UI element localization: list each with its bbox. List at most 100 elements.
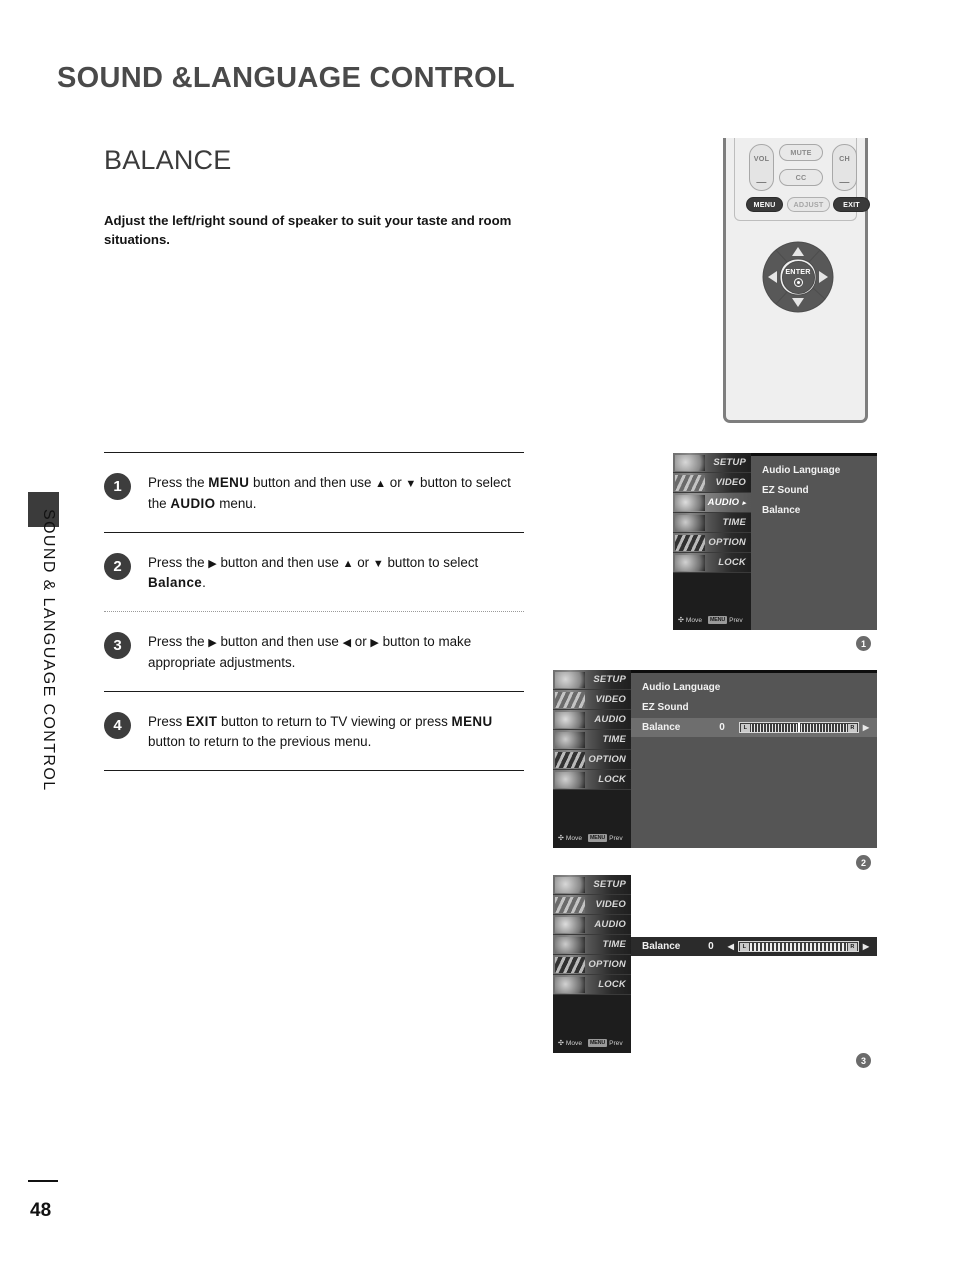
osd-sidebar-item-video[interactable]: VIDEO xyxy=(553,690,631,710)
osd-sidebar-label: AUDIO xyxy=(594,919,626,930)
osd-sidebar-item-time[interactable]: TIME xyxy=(553,730,631,750)
osd-sidebar-item-option[interactable]: OPTION xyxy=(553,750,631,770)
osd-sidebar-item-audio[interactable]: AUDIO xyxy=(553,915,631,935)
osd-sidebar-label: VIDEO xyxy=(595,899,626,910)
ch-minus-label: — xyxy=(839,176,850,188)
osd-sidebar-item-setup[interactable]: SETUP xyxy=(553,670,631,690)
exit-button[interactable]: EXIT xyxy=(833,197,870,212)
slider-right-arrow-icon[interactable]: ▶ xyxy=(863,723,869,732)
row-label: Balance xyxy=(762,505,801,516)
osd-sidebar-label: TIME xyxy=(602,734,626,745)
video-icon xyxy=(555,692,585,708)
osd-sidebar-item-time[interactable]: TIME xyxy=(673,513,751,533)
osd-sidebar-item-setup[interactable]: SETUP xyxy=(553,875,631,895)
intro-paragraph: Adjust the left/right sound of speaker t… xyxy=(104,213,512,248)
step-3: 3 Press the ▶ button and then use ◀ or ▶… xyxy=(104,612,524,691)
section-title: BALANCE xyxy=(104,145,232,175)
osd-sidebar-item-option[interactable]: OPTION xyxy=(673,533,751,553)
cc-button[interactable]: CC xyxy=(779,169,823,186)
move-hint: ✣ Move xyxy=(558,834,582,843)
step-text: Press the ▶ button and then use ◀ or ▶ b… xyxy=(148,634,472,670)
ch-button[interactable]: CH — xyxy=(832,144,857,191)
steps-list: 1 Press the MENU button and then use ▲ o… xyxy=(104,452,524,772)
osd-sidebar-item-setup[interactable]: SETUP xyxy=(673,453,751,473)
osd-row-audio-language[interactable]: Audio Language xyxy=(751,461,877,480)
osd-row-balance[interactable]: Balance 0 ◀ L R ▶ xyxy=(631,937,877,956)
step-2: 2 Press the ▶ button and then use ▲ or ▼… xyxy=(104,533,524,612)
move-label: Move xyxy=(565,834,582,842)
mute-button[interactable]: MUTE xyxy=(779,144,823,161)
osd-sidebar-item-audio[interactable]: AUDIO ▸ xyxy=(673,493,751,513)
move-label: Move xyxy=(685,616,702,624)
osd-sidebar-label: TIME xyxy=(722,517,746,528)
step-text: Press the MENU button and then use ▲ or … xyxy=(148,475,511,511)
row-label: EZ Sound xyxy=(762,485,809,496)
balance-slider[interactable]: L R ▶ xyxy=(738,722,869,733)
osd-screenshot-2: SETUP VIDEO AUDIO TIME OPTION LOCK ✣ Mov… xyxy=(553,670,877,848)
osd-sidebar-label: VIDEO xyxy=(595,694,626,705)
osd-screenshot-3: SETUP VIDEO AUDIO TIME OPTION LOCK ✣ Mov… xyxy=(553,875,877,1053)
osd-row-balance[interactable]: Balance 0 L R ▶ xyxy=(631,718,877,737)
slider-right-arrow-icon[interactable]: ▶ xyxy=(863,942,869,951)
side-tab-label: SOUND & LANGUAGE CONTROL xyxy=(40,509,57,792)
osd-row-audio-language[interactable]: Audio Language xyxy=(631,678,877,697)
prev-label: Prev xyxy=(609,834,623,842)
balance-slider-track[interactable]: L R xyxy=(738,722,859,733)
osd-sidebar-item-video[interactable]: VIDEO xyxy=(553,895,631,915)
prev-hint: MENU Prev xyxy=(588,834,623,842)
page-number: 48 xyxy=(30,1200,52,1221)
balance-slider[interactable]: ◀ L R ▶ xyxy=(728,941,869,952)
setup-icon xyxy=(555,877,585,893)
osd-sidebar-label: OPTION xyxy=(588,959,626,970)
osd-sidebar-item-option[interactable]: OPTION xyxy=(553,955,631,975)
audio-icon xyxy=(555,712,585,728)
step-marker-3: 3 xyxy=(856,1053,871,1068)
move-hint: ✣ Move xyxy=(678,616,702,625)
prev-label: Prev xyxy=(729,616,743,624)
slider-right-cap: R xyxy=(847,723,857,732)
dpad-icon: ✣ xyxy=(558,1040,564,1047)
step-1: 1 Press the MENU button and then use ▲ o… xyxy=(104,453,524,532)
osd-row-ez-sound[interactable]: EZ Sound xyxy=(631,698,877,717)
osd-sidebar-item-lock[interactable]: LOCK xyxy=(673,553,751,573)
slider-thumb[interactable] xyxy=(797,723,800,732)
osd-sidebar-label: LOCK xyxy=(598,774,626,785)
vol-minus-label: — xyxy=(756,176,767,188)
vol-button[interactable]: VOL — xyxy=(749,144,774,191)
osd-sidebar-label: AUDIO xyxy=(707,497,740,508)
osd-row-balance[interactable]: Balance xyxy=(751,501,877,520)
osd-sidebar-label: SETUP xyxy=(713,457,746,468)
balance-slider-track[interactable]: L R xyxy=(737,941,859,952)
osd-sidebar-item-audio[interactable]: AUDIO xyxy=(553,710,631,730)
dpad: ENTER xyxy=(762,241,834,313)
osd-row-ez-sound[interactable]: EZ Sound xyxy=(751,481,877,500)
row-label: EZ Sound xyxy=(642,702,689,713)
move-label: Move xyxy=(565,1039,582,1047)
osd-content: Balance 0 ◀ L R ▶ xyxy=(631,875,877,1053)
osd-topline xyxy=(751,453,877,456)
adjust-button[interactable]: ADJUST xyxy=(787,197,830,212)
osd-sidebar-label: LOCK xyxy=(598,979,626,990)
osd-sidebar-item-lock[interactable]: LOCK xyxy=(553,975,631,995)
prev-label: Prev xyxy=(609,1039,623,1047)
menu-button[interactable]: MENU xyxy=(746,197,783,212)
osd-content: Audio Language EZ Sound Balance xyxy=(751,453,877,630)
option-icon xyxy=(555,957,585,973)
move-hint: ✣ Move xyxy=(558,1039,582,1048)
row-label: Balance xyxy=(642,941,681,952)
step-number: 3 xyxy=(104,632,131,660)
osd-sidebar-item-video[interactable]: VIDEO xyxy=(673,473,751,493)
osd-sidebar: SETUP VIDEO AUDIO TIME OPTION LOCK ✣ Mov… xyxy=(553,670,631,848)
osd-sidebar-label: SETUP xyxy=(593,879,626,890)
divider xyxy=(104,770,524,772)
osd-content: Audio Language EZ Sound Balance 0 L R ▶ xyxy=(631,670,877,848)
osd-sidebar-item-time[interactable]: TIME xyxy=(553,935,631,955)
osd-sidebar: SETUP VIDEO AUDIO ▸ TIME OPTION LOCK ✣ M… xyxy=(673,453,751,630)
slider-left-arrow-icon[interactable]: ◀ xyxy=(728,942,734,951)
osd-sidebar-item-lock[interactable]: LOCK xyxy=(553,770,631,790)
slider-right-cap: R xyxy=(847,942,857,951)
video-icon xyxy=(675,475,705,491)
step-text: Press the ▶ button and then use ▲ or ▼ b… xyxy=(148,554,479,591)
enter-button[interactable]: ENTER xyxy=(781,260,815,294)
osd-sidebar-label: AUDIO xyxy=(594,714,626,725)
